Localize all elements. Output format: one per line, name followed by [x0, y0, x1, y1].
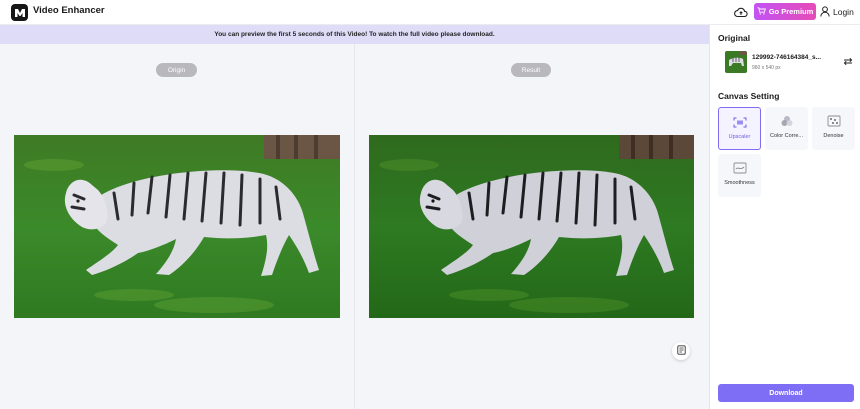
- result-label: Result: [521, 66, 541, 74]
- cloud-upload-icon[interactable]: [733, 5, 749, 19]
- replace-file-button[interactable]: [842, 56, 854, 68]
- swap-arrows-icon: [843, 53, 853, 71]
- option-color-correction[interactable]: Color Corre...: [765, 107, 808, 150]
- option-denoise[interactable]: Denoise: [812, 107, 855, 150]
- go-premium-label: Go Premium: [768, 7, 814, 16]
- result-label-pill: Result: [511, 63, 551, 77]
- cart-icon: [757, 6, 766, 17]
- origin-label: Origin: [167, 66, 186, 74]
- original-section-title: Original: [718, 33, 751, 43]
- option-upscaler[interactable]: Upscaler: [718, 107, 761, 150]
- smoothness-icon: [733, 162, 747, 174]
- file-thumbnail: [725, 51, 747, 73]
- enhanced-video-preview: [369, 135, 694, 318]
- file-dimensions: 960 x 540 px: [752, 65, 781, 71]
- option-upscaler-label: Upscaler: [728, 134, 751, 140]
- compare-divider[interactable]: [354, 44, 355, 409]
- user-icon: [820, 5, 830, 19]
- download-label: Download: [769, 389, 803, 397]
- file-name: 129992-746164384_s...: [752, 54, 822, 61]
- preview-notice-text: You can preview the first 5 seconds of t…: [214, 31, 495, 38]
- upscaler-icon: [733, 116, 747, 128]
- login-label: Login: [833, 7, 854, 17]
- note-icon: [676, 342, 686, 360]
- go-premium-button[interactable]: Go Premium: [754, 3, 816, 20]
- option-smoothness-label: Smoothness: [724, 180, 755, 186]
- original-file-row: 129992-746164384_s... 960 x 540 px: [718, 49, 858, 77]
- app-header: Video Enhancer Go Premium Login: [0, 0, 860, 25]
- canvas-setting-title: Canvas Setting: [718, 91, 780, 101]
- denoise-icon: [827, 115, 841, 127]
- origin-label-pill: Origin: [156, 63, 197, 77]
- login-button[interactable]: Login: [820, 4, 854, 20]
- option-color-correction-label: Color Corre...: [769, 133, 803, 139]
- app-logo-icon: [11, 4, 28, 21]
- color-correction-icon: [780, 115, 794, 127]
- option-smoothness[interactable]: Smoothness: [718, 154, 761, 197]
- option-denoise-label: Denoise: [823, 133, 844, 139]
- original-video-preview: [14, 135, 340, 318]
- download-button[interactable]: Download: [718, 384, 854, 402]
- preview-notice-banner: You can preview the first 5 seconds of t…: [0, 25, 709, 44]
- feedback-note-button[interactable]: [672, 342, 690, 360]
- app-title: Video Enhancer: [33, 5, 105, 16]
- settings-panel: Original 129992-746164384_s... 960 x 540…: [709, 25, 860, 409]
